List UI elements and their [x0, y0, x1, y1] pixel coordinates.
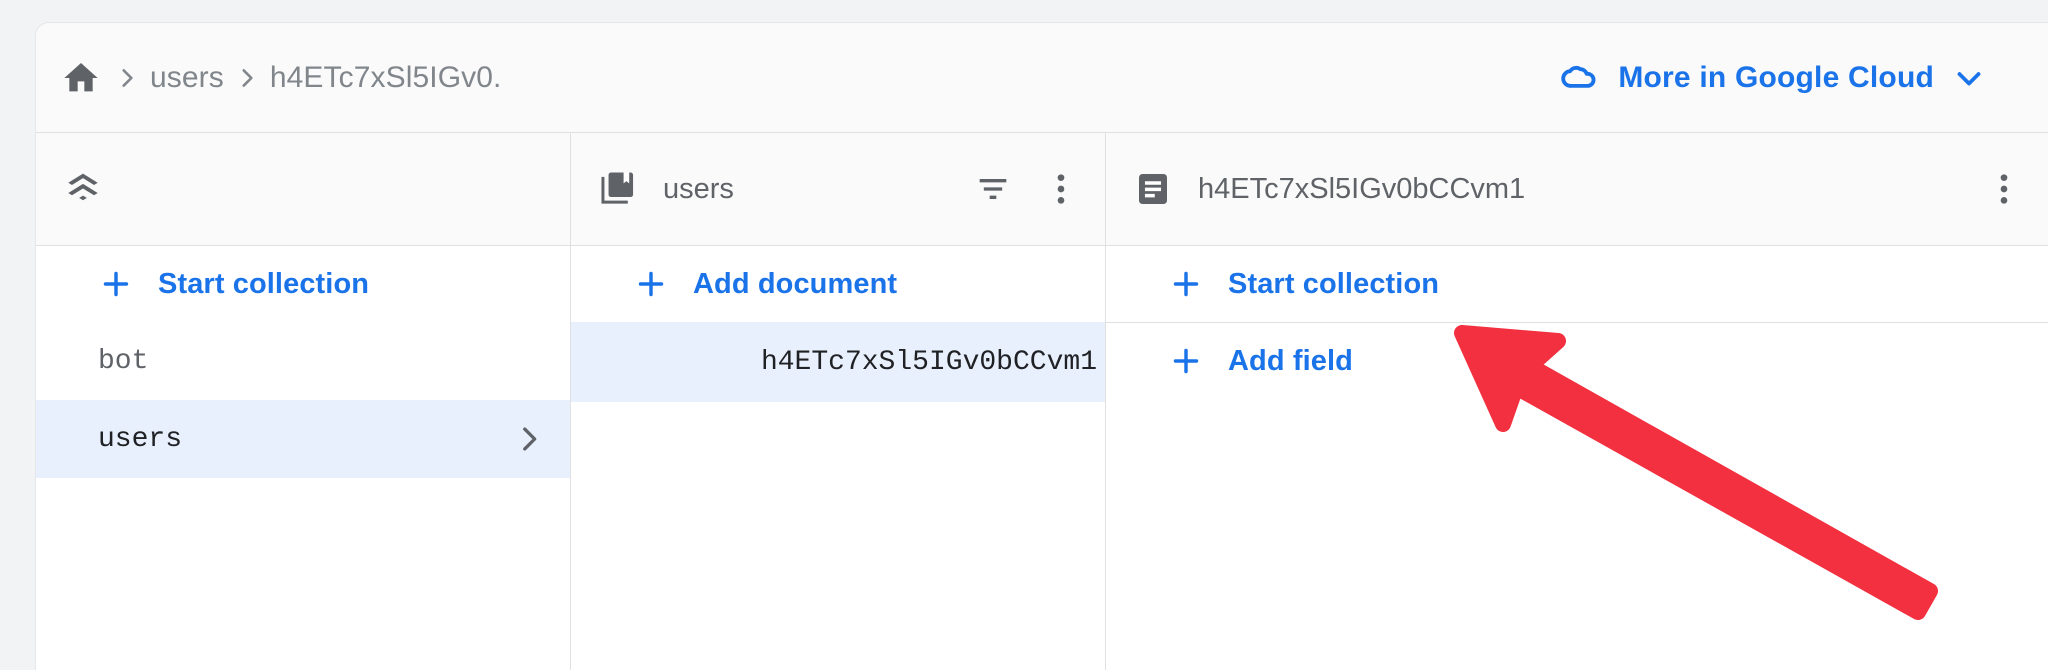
add-field-button[interactable]: Add field: [1106, 323, 2048, 399]
filter-icon[interactable]: [973, 169, 1013, 209]
chevron-right-icon: [512, 422, 546, 456]
document-header-actions: [1984, 169, 2024, 209]
collection-name-users: users: [98, 423, 183, 455]
database-root-column: Start collection bot users: [36, 133, 571, 670]
plus-icon: [1168, 266, 1204, 302]
home-icon[interactable]: [58, 55, 104, 101]
kebab-menu-icon-document[interactable]: [1984, 169, 2024, 209]
document-id: h4ETc7xSl5IGv0bCCvm1: [760, 346, 1097, 378]
collection-icon: [597, 168, 639, 210]
collection-list-item-users[interactable]: users: [36, 400, 570, 478]
google-cloud-icon: [1558, 56, 1602, 100]
breadcrumb-item-users[interactable]: users: [150, 61, 224, 95]
collection-column-title: users: [663, 172, 734, 205]
start-collection-label-document: Start collection: [1228, 267, 1440, 300]
breadcrumb-item-document[interactable]: h4ETc7xSl5IGv0.: [270, 61, 502, 95]
collection-column-header: users: [571, 133, 1105, 246]
add-document-button[interactable]: Add document: [571, 246, 1105, 322]
database-root-column-header: [36, 133, 570, 246]
collection-column: users Add document h4ETc7xSl5IGv0bCCvm1: [571, 133, 1106, 670]
breadcrumb-separator-2: [224, 65, 270, 91]
start-collection-button-root[interactable]: Start collection: [36, 246, 570, 322]
start-collection-label-root: Start collection: [158, 267, 370, 300]
collection-list-item-bot[interactable]: bot: [36, 322, 570, 400]
collection-name-bot: bot: [98, 345, 149, 377]
firestore-logo-icon: [62, 168, 104, 210]
plus-icon: [98, 266, 134, 302]
collection-header-actions: [973, 169, 1081, 209]
plus-icon: [1168, 343, 1204, 379]
plus-icon: [633, 266, 669, 302]
document-column: h4ETc7xSl5IGv0bCCvm1 Start collection Ad…: [1106, 133, 2048, 670]
document-column-header: h4ETc7xSl5IGv0bCCvm1: [1106, 133, 2048, 246]
chevron-down-icon[interactable]: [1950, 59, 1988, 97]
document-list-item[interactable]: h4ETc7xSl5IGv0bCCvm1: [571, 322, 1105, 402]
breadcrumb-separator-1: [104, 65, 150, 91]
kebab-menu-icon-collection[interactable]: [1041, 169, 1081, 209]
add-field-label: Add field: [1228, 344, 1353, 377]
add-document-label: Add document: [693, 267, 898, 300]
firestore-data-panel: users h4ETc7xSl5IGv0. More in Google Clo…: [35, 22, 2048, 670]
breadcrumb-bar: users h4ETc7xSl5IGv0. More in Google Clo…: [36, 23, 2048, 133]
start-collection-button-document[interactable]: Start collection: [1106, 246, 2048, 322]
firestore-columns: Start collection bot users users Add doc…: [36, 133, 2048, 670]
document-column-title: h4ETc7xSl5IGv0bCCvm1: [1198, 172, 1526, 205]
document-icon: [1132, 168, 1174, 210]
more-in-google-cloud-button[interactable]: More in Google Cloud: [1558, 56, 1988, 100]
breadcrumb: users h4ETc7xSl5IGv0.: [36, 55, 501, 101]
more-in-google-cloud-label: More in Google Cloud: [1618, 60, 1934, 94]
